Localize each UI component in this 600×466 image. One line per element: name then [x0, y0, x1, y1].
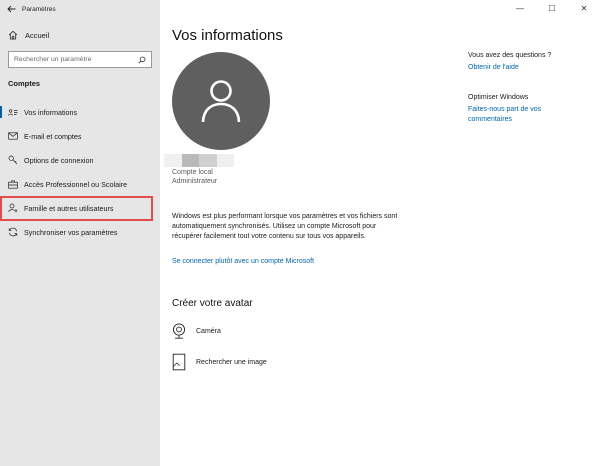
sidebar-item-sync[interactable]: Synchroniser vos paramètres — [0, 221, 160, 243]
camera-icon — [172, 323, 186, 339]
user-icon — [201, 80, 241, 123]
sidebar-item-label: Synchroniser vos paramètres — [24, 227, 118, 237]
search-placeholder: Rechercher un paramètre — [14, 56, 92, 63]
sidebar-item-label: Vos informations — [24, 107, 78, 117]
window-controls: — ☐ ✕ — [504, 0, 600, 16]
avatar-section-title: Créer votre avatar — [172, 298, 253, 309]
search-input[interactable]: Rechercher un paramètre — [8, 51, 152, 68]
title-bar: Paramètres — [0, 0, 160, 18]
redacted-username — [164, 154, 234, 167]
account-role: Administrateur — [172, 178, 218, 185]
section-title: Comptes — [8, 79, 41, 88]
sidebar-item-label: E-mail et comptes — [24, 131, 82, 141]
browse-image-label: Rechercher une image — [196, 358, 267, 366]
key-icon — [8, 155, 18, 165]
sidebar-item-label: Accès Professionnel ou Scolaire — [24, 179, 128, 189]
minimize-button[interactable]: — — [508, 4, 532, 13]
back-button[interactable] — [0, 0, 22, 18]
sidebar-item-email[interactable]: E-mail et comptes — [0, 125, 160, 147]
questions-heading: Vous avez des questions ? — [468, 52, 552, 59]
close-button[interactable]: ✕ — [572, 4, 596, 13]
right-panel: Vous avez des questions ? Obtenir de l'a… — [468, 52, 593, 125]
sidebar-item-home[interactable]: Accueil — [0, 26, 160, 44]
camera-label: Caméra — [196, 327, 221, 335]
briefcase-icon — [8, 179, 18, 189]
sync-description: Windows est plus performant lorsque vos … — [172, 213, 398, 240]
account-type: Compte local — [172, 169, 213, 176]
window-title: Paramètres — [22, 5, 56, 13]
improve-heading: Optimiser Windows — [468, 94, 529, 101]
feedback-link[interactable]: Faites-nous part de vos commentaires — [468, 105, 558, 125]
help-link[interactable]: Obtenir de l'aide — [468, 63, 593, 73]
sidebar-item-work-school[interactable]: Accès Professionnel ou Scolaire — [0, 173, 160, 195]
sidebar: Paramètres Accueil Rechercher un paramèt… — [0, 0, 160, 466]
mail-icon — [8, 131, 18, 141]
person-card-icon — [8, 107, 18, 117]
sync-icon — [8, 227, 18, 237]
page-title: Vos informations — [172, 27, 283, 44]
maximize-button[interactable]: ☐ — [540, 4, 564, 13]
sidebar-item-label: Accueil — [25, 30, 50, 40]
highlight-box — [0, 196, 153, 221]
sidebar-item-sign-in-options[interactable]: Options de connexion — [0, 149, 160, 171]
search-icon — [138, 56, 146, 64]
sidebar-item-your-info[interactable]: Vos informations — [0, 101, 160, 123]
avatar — [172, 52, 270, 150]
camera-option[interactable]: Caméra — [172, 323, 221, 339]
back-arrow-icon — [6, 5, 15, 13]
browse-image-option[interactable]: Rechercher une image — [172, 353, 267, 371]
browse-image-icon — [172, 353, 186, 371]
microsoft-account-link[interactable]: Se connecter plutôt avec un compte Micro… — [172, 258, 314, 265]
home-icon — [8, 30, 18, 40]
sidebar-item-label: Options de connexion — [24, 155, 94, 165]
